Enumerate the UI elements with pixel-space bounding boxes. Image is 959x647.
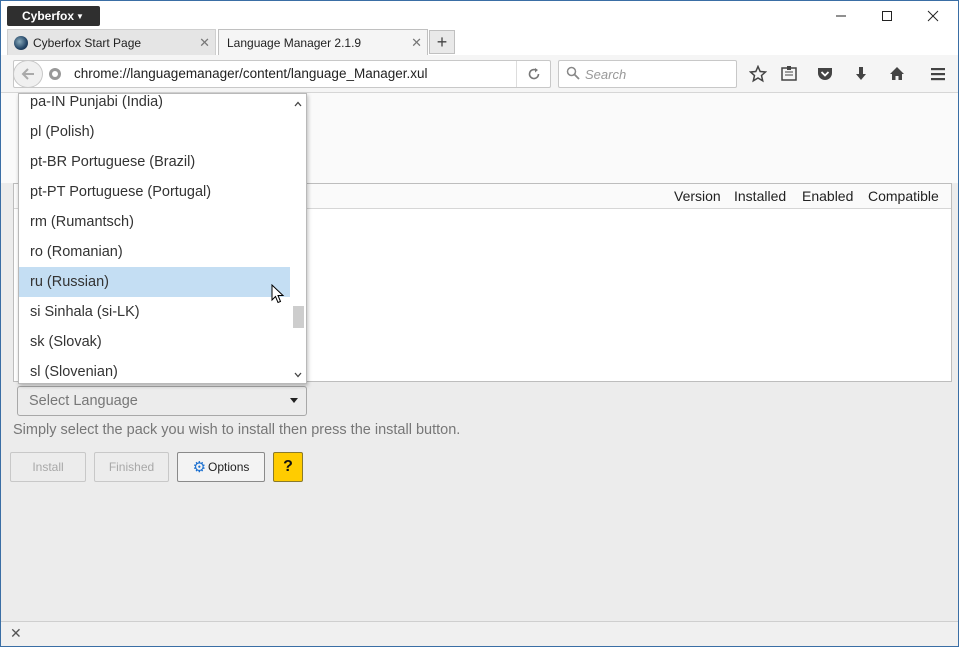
bookmark-star-button[interactable] bbox=[747, 63, 769, 85]
app-menu-button[interactable]: Cyberfox ▼ bbox=[7, 6, 100, 26]
dropdown-option[interactable]: pt-PT Portuguese (Portugal) bbox=[19, 177, 290, 207]
pocket-button[interactable] bbox=[814, 63, 836, 85]
select-label: Select Language bbox=[29, 393, 138, 409]
reload-icon bbox=[528, 68, 539, 80]
dropdown-option-highlighted[interactable]: ru (Russian) bbox=[19, 267, 290, 297]
download-arrow-icon bbox=[856, 67, 866, 80]
dropdown-option[interactable]: sk (Slovak) bbox=[19, 327, 290, 357]
new-tab-button[interactable]: + bbox=[429, 30, 455, 54]
minimize-button[interactable] bbox=[818, 1, 864, 31]
tab-label: Cyberfox Start Page bbox=[33, 36, 142, 50]
close-icon[interactable]: ✕ bbox=[10, 625, 22, 642]
back-button[interactable] bbox=[13, 60, 43, 88]
url-text[interactable]: chrome://languagemanager/content/languag… bbox=[74, 61, 428, 87]
tab-language-manager[interactable]: Language Manager 2.1.9 ✕ bbox=[218, 29, 428, 55]
home-button[interactable] bbox=[886, 63, 908, 85]
home-icon bbox=[890, 67, 904, 80]
scroll-up-icon[interactable] bbox=[290, 96, 306, 112]
gear-icon: ⚙ bbox=[192, 459, 207, 476]
tab-start-page[interactable]: Cyberfox Start Page ✕ bbox=[7, 29, 216, 55]
dropdown-option[interactable]: ro (Romanian) bbox=[19, 237, 290, 267]
column-compatible[interactable]: Compatible bbox=[868, 184, 939, 209]
options-button[interactable]: ⚙ Options bbox=[177, 452, 265, 482]
help-button[interactable]: ? bbox=[273, 452, 303, 482]
downloads-button[interactable] bbox=[850, 63, 872, 85]
close-window-button[interactable] bbox=[910, 1, 956, 31]
options-label: Options bbox=[208, 460, 250, 474]
search-bar[interactable] bbox=[558, 60, 737, 88]
hamburger-menu-button[interactable] bbox=[927, 63, 949, 85]
tab-label: Language Manager 2.1.9 bbox=[227, 36, 362, 50]
globe-icon bbox=[48, 67, 62, 81]
language-select[interactable]: Select Language bbox=[17, 386, 307, 416]
bookmarks-menu-button[interactable] bbox=[778, 63, 800, 85]
navigation-toolbar: chrome://languagemanager/content/languag… bbox=[1, 55, 958, 93]
install-button[interactable]: Install bbox=[10, 452, 86, 482]
scroll-down-icon[interactable] bbox=[290, 367, 306, 383]
status-bar: ✕ bbox=[1, 621, 958, 646]
column-version[interactable]: Version bbox=[674, 184, 721, 209]
reload-button[interactable] bbox=[516, 61, 550, 87]
browser-window: Cyberfox ▼ Cyberfox Start Page ✕ Language… bbox=[0, 0, 959, 647]
dropdown-option[interactable]: si Sinhala (si-LK) bbox=[19, 297, 290, 327]
dropdown-option[interactable]: rm (Rumantsch) bbox=[19, 207, 290, 237]
dropdown-option[interactable]: pt-BR Portuguese (Brazil) bbox=[19, 147, 290, 177]
dropdown-option[interactable]: pa-IN Punjabi (India) bbox=[19, 94, 290, 117]
mouse-cursor-icon bbox=[271, 284, 285, 304]
search-input[interactable] bbox=[585, 64, 730, 84]
column-enabled[interactable]: Enabled bbox=[802, 184, 853, 209]
arrow-left-icon bbox=[21, 68, 34, 80]
dropdown-option[interactable]: pl (Polish) bbox=[19, 117, 290, 147]
finished-button[interactable]: Finished bbox=[94, 452, 169, 482]
tab-close-icon[interactable]: ✕ bbox=[411, 30, 422, 56]
dropdown-scrollbar[interactable] bbox=[290, 94, 306, 383]
instruction-text: Simply select the pack you wish to insta… bbox=[13, 422, 461, 438]
star-icon bbox=[749, 65, 767, 83]
hamburger-icon bbox=[931, 68, 945, 81]
title-bar: Cyberfox ▼ bbox=[1, 1, 958, 31]
column-installed[interactable]: Installed bbox=[734, 184, 786, 209]
dropdown-option[interactable]: sl (Slovenian) bbox=[19, 357, 290, 383]
plus-icon: + bbox=[436, 32, 448, 52]
app-menu-label: Cyberfox bbox=[22, 9, 75, 23]
caret-down-icon: ▼ bbox=[76, 12, 84, 21]
search-icon bbox=[566, 66, 580, 83]
pocket-icon bbox=[818, 68, 832, 80]
bookmarks-list-icon bbox=[781, 66, 797, 81]
tab-strip: Cyberfox Start Page ✕ Language Manager 2… bbox=[1, 29, 958, 55]
dropdown-arrow-icon bbox=[290, 398, 298, 403]
tab-close-icon[interactable]: ✕ bbox=[199, 30, 210, 56]
minimize-icon bbox=[836, 15, 846, 17]
maximize-icon bbox=[882, 11, 892, 21]
url-bar[interactable]: chrome://languagemanager/content/languag… bbox=[13, 60, 551, 88]
maximize-button[interactable] bbox=[864, 1, 910, 31]
language-dropdown-list[interactable]: pa-IN Punjabi (India) pl (Polish) pt-BR … bbox=[18, 93, 307, 384]
cyberfox-favicon-icon bbox=[14, 36, 28, 50]
close-icon bbox=[927, 10, 939, 22]
scrollbar-thumb[interactable] bbox=[293, 306, 304, 328]
